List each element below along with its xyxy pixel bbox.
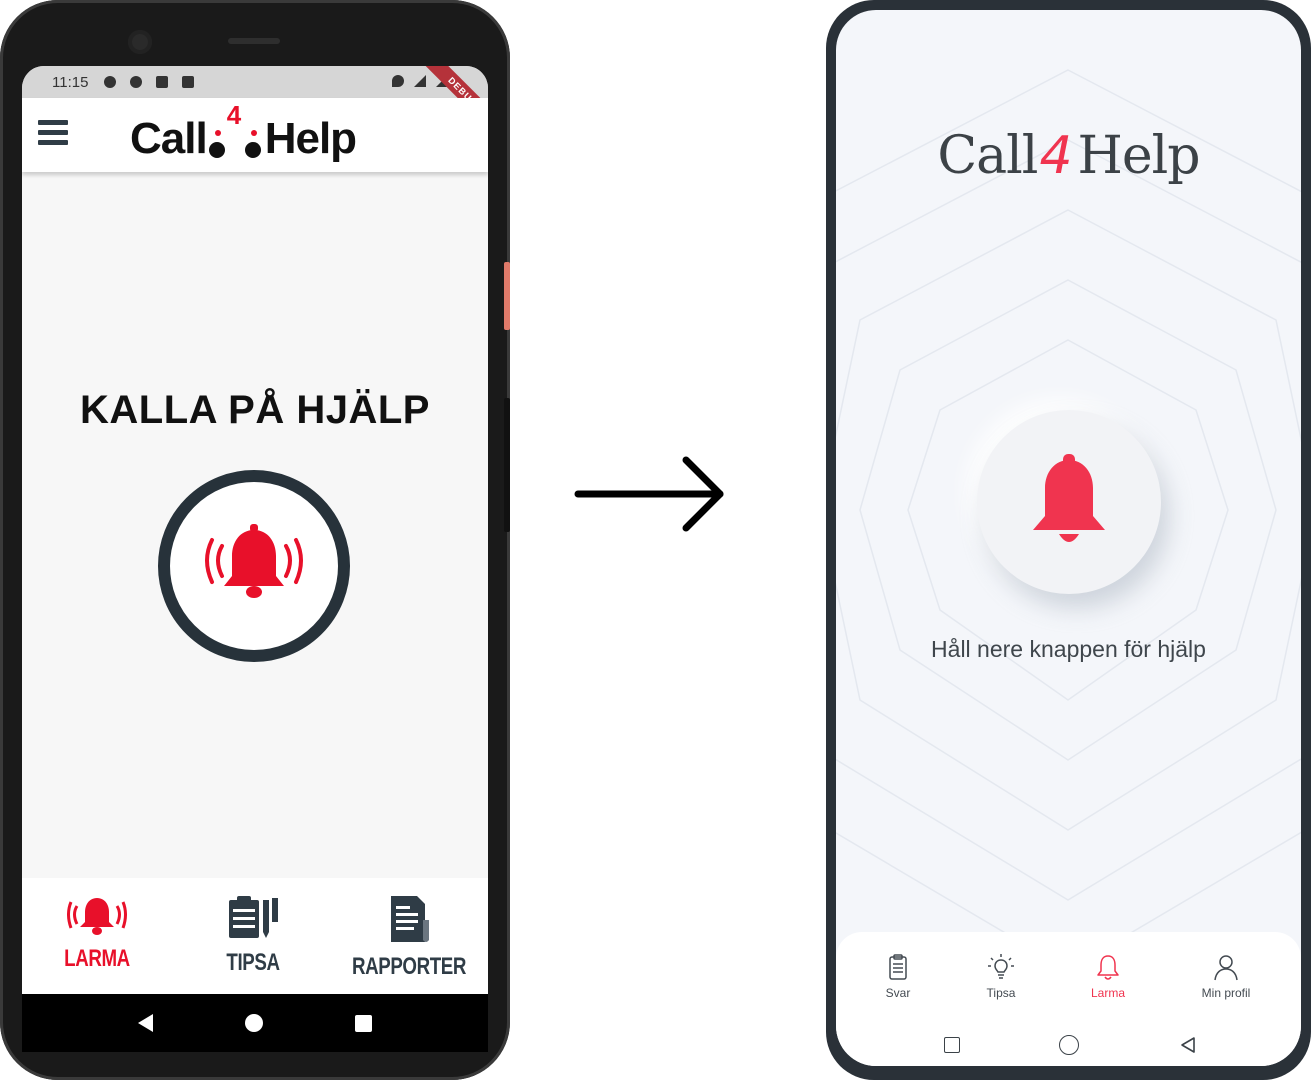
home-icon[interactable]: [245, 1014, 263, 1032]
nav-item-larma[interactable]: LARMA: [22, 894, 172, 973]
nav-label-larma: Larma: [1090, 986, 1125, 1000]
location-icon: [392, 75, 404, 87]
nav-item-min-profil[interactable]: Min profil: [1181, 952, 1271, 1000]
nav-item-tipsa[interactable]: Tipsa: [956, 952, 1046, 1000]
report-icon: [391, 896, 429, 942]
back-icon[interactable]: [1180, 1036, 1196, 1054]
app-bar: Call 4 Help: [22, 98, 488, 172]
old-screen: 11:15 DEBUG Call 4 Help KALLA PÅ HJÄLP L…: [22, 66, 488, 994]
phone-power-button: [504, 398, 510, 532]
recents-icon[interactable]: [944, 1037, 960, 1053]
logo-four-mark: 4: [207, 100, 265, 164]
status-bar: 11:15 DEBUG: [22, 66, 488, 137]
alarm-button[interactable]: [158, 470, 350, 662]
android-system-nav: [836, 1032, 1301, 1066]
call4help-logo: Call4 Help: [836, 126, 1301, 186]
transition-arrow-icon: [574, 456, 724, 532]
nav-label-svar: Svar: [885, 986, 911, 1000]
nav-label-min-profil: Min profil: [1201, 986, 1251, 1000]
earpiece-speaker: [228, 38, 280, 44]
phone-side-button: [504, 262, 510, 330]
menu-icon[interactable]: [38, 120, 68, 146]
bell-icon: [1033, 454, 1105, 542]
clipboard-icon: [229, 896, 278, 938]
wifi-icon: [414, 75, 426, 87]
sim-status-icon: [156, 76, 169, 88]
bell-icon: [1097, 955, 1119, 980]
nav-item-svar[interactable]: Svar: [853, 952, 943, 1000]
android-system-nav: [22, 994, 488, 1052]
nav-item-rapporter[interactable]: RAPPORTER: [334, 894, 484, 981]
nav-label-tipsa: Tipsa: [986, 986, 1016, 1000]
lightbulb-icon: [988, 954, 1014, 979]
clipboard-icon: [889, 954, 907, 980]
logo-prefix: Call: [130, 114, 208, 163]
logo-digit: 4: [226, 100, 242, 130]
front-camera: [128, 30, 152, 54]
hold-instruction: Håll nere knappen för hjälp: [931, 636, 1206, 662]
nav-item-tipsa[interactable]: TIPSA: [178, 894, 328, 977]
nav-label-tipsa: TIPSA: [226, 949, 280, 976]
bottom-navigation: LARMA TIPSA RAPPORTER: [22, 878, 488, 994]
new-screen: Call4 Help Håll nere knappen för hjälp S…: [836, 10, 1301, 1066]
logo-suffix: Help: [1077, 126, 1201, 186]
shield-status-icon: [130, 76, 143, 88]
status-time: 11:15: [52, 73, 89, 91]
settings-status-icon: [104, 76, 117, 88]
home-icon[interactable]: [1059, 1035, 1079, 1055]
new-design-phone: Call4 Help Håll nere knappen för hjälp S…: [826, 0, 1311, 1080]
old-design-phone: 11:15 DEBUG Call 4 Help KALLA PÅ HJÄLP L…: [0, 0, 510, 1080]
nav-label-larma: LARMA: [64, 945, 130, 972]
person-icon: [1214, 955, 1238, 981]
page-heading: KALLA PÅ HJÄLP: [80, 388, 430, 432]
alarm-button[interactable]: [977, 410, 1161, 594]
bell-icon: [67, 898, 127, 935]
alarm-bell-icon: [205, 524, 303, 598]
recents-icon[interactable]: [355, 1014, 372, 1032]
nav-item-larma[interactable]: Larma: [1063, 952, 1153, 1000]
comparison-stage: 11:15 DEBUG Call 4 Help KALLA PÅ HJÄLP L…: [0, 0, 1311, 1080]
notification-status-icon: [182, 76, 195, 88]
call4help-logo: Call 4 Help: [130, 100, 357, 164]
nav-label-rapporter: RAPPORTER: [351, 953, 467, 980]
logo-digit: 4: [1039, 126, 1072, 186]
back-icon[interactable]: [138, 1014, 153, 1032]
logo-prefix: Call: [937, 126, 1038, 186]
logo-suffix: Help: [264, 114, 357, 163]
